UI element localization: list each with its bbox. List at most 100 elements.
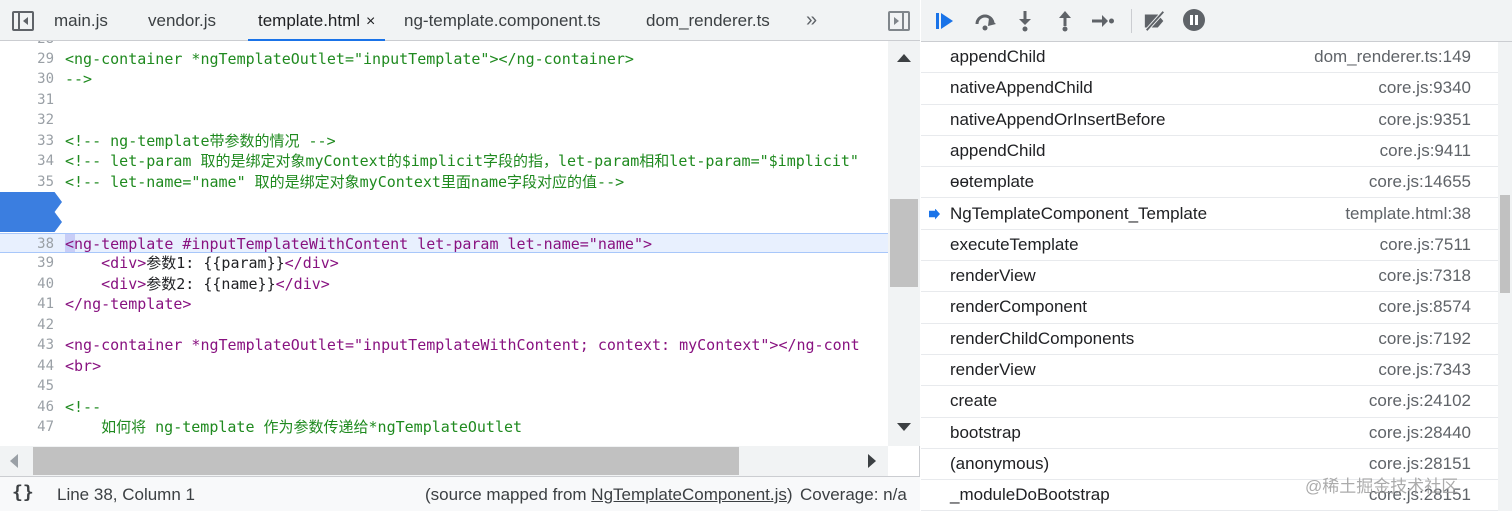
- frame-location[interactable]: core.js:28440: [1369, 423, 1471, 443]
- code-text: <div>参数1: {{param}}</div>: [65, 253, 339, 273]
- pause-on-exceptions-icon[interactable]: [1183, 9, 1205, 31]
- call-frame[interactable]: appendChild dom_renderer.ts:149: [921, 42, 1498, 74]
- tab-label: main.js: [54, 11, 108, 30]
- frame-location[interactable]: core.js:7343: [1378, 360, 1471, 380]
- line-number[interactable]: 30: [0, 69, 54, 89]
- step-out-icon[interactable]: [1053, 10, 1077, 32]
- code-line: 32: [0, 110, 888, 130]
- frame-location[interactable]: core.js:7511: [1380, 235, 1471, 255]
- scroll-up-icon[interactable]: [897, 54, 911, 62]
- line-number[interactable]: 47: [0, 417, 54, 437]
- navigator-toggle-icon[interactable]: [12, 11, 34, 31]
- call-frame[interactable]: renderComponent core.js:8574: [921, 292, 1498, 324]
- line-number[interactable]: 28: [0, 41, 54, 49]
- call-frame[interactable]: executeTemplate core.js:7511: [921, 230, 1498, 262]
- code-text: <!-- ng-template带参数的情况 -->: [65, 132, 336, 150]
- watermark: @稀土掘金技术社区: [1305, 477, 1459, 496]
- toggle-debugger-sidebar-icon[interactable]: [888, 11, 910, 31]
- code-text: <ng-template #inputTemplateWithContent l…: [65, 234, 652, 254]
- resume-button[interactable]: [933, 10, 957, 32]
- line-number[interactable]: 38: [0, 234, 54, 254]
- line-number[interactable]: 46: [0, 397, 54, 417]
- scroll-right-icon[interactable]: [868, 454, 876, 468]
- frame-location[interactable]: core.js:14655: [1369, 172, 1471, 192]
- frame-name: renderView: [950, 360, 1036, 379]
- line-number[interactable]: 45: [0, 376, 54, 396]
- deactivate-breakpoints-icon[interactable]: [1143, 10, 1167, 32]
- code-line: 35 <!-- let-name="name" 取的是绑定对象myContext里…: [0, 172, 888, 192]
- call-frame[interactable]: appendChild core.js:9411: [921, 136, 1498, 168]
- frame-location[interactable]: core.js:9351: [1378, 110, 1471, 130]
- frame-location[interactable]: core.js:9340: [1378, 78, 1471, 98]
- frame-location[interactable]: core.js:7318: [1378, 266, 1471, 286]
- tab-template-html[interactable]: template.html ×: [248, 0, 386, 41]
- scroll-thumb[interactable]: [1500, 195, 1510, 293]
- close-tab-icon[interactable]: ×: [366, 13, 375, 30]
- resume-bar-shape: [936, 13, 939, 29]
- line-number[interactable]: 31: [0, 90, 54, 110]
- frame-location[interactable]: dom_renderer.ts:149: [1314, 47, 1471, 67]
- tab-main-js[interactable]: main.js: [54, 0, 108, 41]
- call-frame[interactable]: nativeAppendChild core.js:9340: [921, 73, 1498, 105]
- debugger-pane: appendChild dom_renderer.ts:149 nativeApp…: [921, 0, 1512, 511]
- scroll-down-icon[interactable]: [897, 423, 911, 431]
- code-editor[interactable]: 28 29 <ng-container *ngTemplateOutlet="in…: [0, 41, 888, 446]
- code-line: 31: [0, 90, 888, 110]
- frame-location[interactable]: core.js:7192: [1378, 329, 1471, 349]
- call-frame[interactable]: renderView core.js:7318: [921, 261, 1498, 293]
- frame-name: bootstrap: [950, 422, 1021, 442]
- scroll-thumb[interactable]: [890, 199, 918, 287]
- editor-tab-bar: main.js vendor.js template.html × ng-temp…: [0, 0, 920, 41]
- line-number[interactable]: 34: [0, 151, 54, 171]
- execution-line: 38 <ng-template #inputTemplateWithContent…: [0, 233, 888, 253]
- editor-vertical-scrollbar[interactable]: [888, 41, 920, 446]
- line-number[interactable]: 40: [0, 274, 54, 294]
- frame-location[interactable]: core.js:28151: [1369, 454, 1471, 474]
- resume-icon: [941, 13, 953, 29]
- frame-location[interactable]: core.js:24102: [1369, 391, 1471, 411]
- call-frame[interactable]: create core.js:24102: [921, 386, 1498, 418]
- line-number[interactable]: 29: [0, 49, 54, 69]
- step-over-icon[interactable]: [973, 10, 997, 32]
- frame-name: appendChild: [950, 140, 1046, 160]
- line-number[interactable]: 33: [0, 131, 54, 151]
- scroll-thumb[interactable]: [33, 447, 739, 475]
- source-map-link[interactable]: NgTemplateComponent.js: [591, 485, 787, 504]
- frame-location[interactable]: core.js:9411: [1380, 141, 1471, 161]
- code-text: <!--: [65, 398, 102, 416]
- frame-location[interactable]: core.js:8574: [1378, 297, 1471, 317]
- frame-location[interactable]: template.html:38: [1345, 204, 1471, 224]
- call-stack-scrollbar[interactable]: [1498, 42, 1512, 511]
- tab-ng-template-component-ts[interactable]: ng-template.component.ts: [404, 0, 601, 41]
- code-text: <ng-container *ngTemplateOutlet="inputTe…: [65, 335, 860, 355]
- step-icon[interactable]: [1091, 10, 1115, 32]
- breakpoint-marker[interactable]: [0, 192, 62, 212]
- line-number[interactable]: 44: [0, 356, 54, 376]
- code-line: 29 <ng-container *ngTemplateOutlet="input…: [0, 49, 888, 69]
- tab-vendor-js[interactable]: vendor.js: [148, 0, 216, 41]
- code-line: 46 <!--: [0, 397, 888, 417]
- tab-dom-renderer-ts[interactable]: dom_renderer.ts: [646, 0, 770, 41]
- line-number[interactable]: 42: [0, 315, 54, 335]
- code-text: <!-- let-name="name" 取的是绑定对象myContext里面n…: [65, 173, 625, 191]
- step-into-icon[interactable]: [1013, 10, 1037, 32]
- line-number[interactable]: 41: [0, 294, 54, 314]
- pretty-print-icon[interactable]: {}: [12, 482, 34, 503]
- call-frame[interactable]: bootstrap core.js:28440: [921, 418, 1498, 449]
- editor-horizontal-scrollbar[interactable]: [0, 446, 888, 476]
- frame-name: renderView: [950, 266, 1036, 286]
- scroll-left-icon[interactable]: [10, 454, 18, 468]
- frame-name: renderComponent: [950, 297, 1088, 317]
- line-number[interactable]: 43: [0, 335, 54, 355]
- call-frame[interactable]: nativeAppendOrInsertBefore core.js:9351: [921, 105, 1498, 136]
- call-frame[interactable]: renderChildComponents core.js:7192: [921, 324, 1498, 355]
- code-tag: <ng-container *ngTemplateOutlet="inputTe…: [65, 336, 779, 354]
- line-number[interactable]: 35: [0, 172, 54, 192]
- call-frame[interactable]: ɵɵtemplate core.js:14655: [921, 167, 1498, 199]
- line-number[interactable]: 32: [0, 110, 54, 130]
- breakpoint-marker[interactable]: [0, 212, 62, 232]
- more-tabs-icon[interactable]: »: [806, 0, 817, 41]
- call-frame[interactable]: renderView core.js:7343: [921, 355, 1498, 387]
- call-frame-current[interactable]: NgTemplateComponent_Template template.htm…: [921, 199, 1498, 230]
- line-number[interactable]: 39: [0, 253, 54, 273]
